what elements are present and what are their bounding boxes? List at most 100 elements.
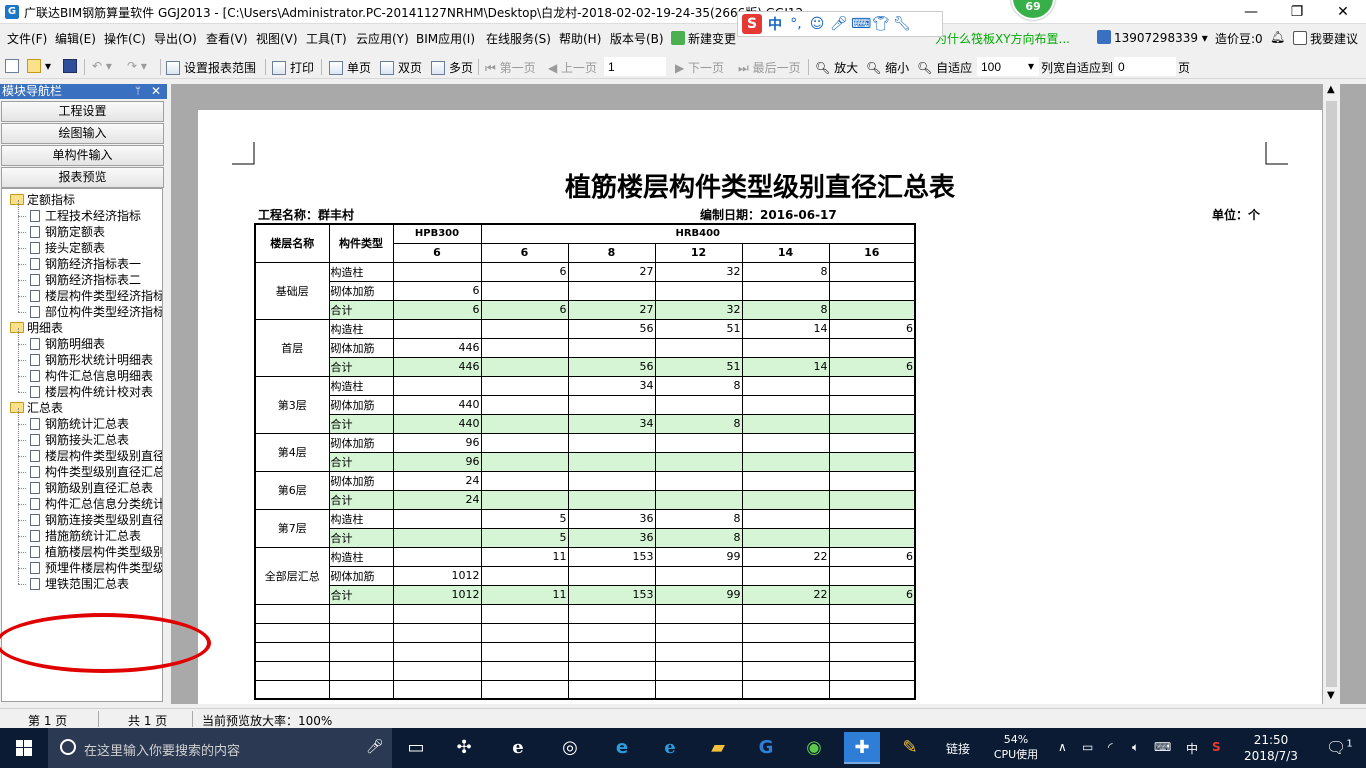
menu-file[interactable]: 文件(F) bbox=[7, 30, 47, 47]
tree-report-item[interactable]: 楼层构件统计校对表 bbox=[30, 384, 153, 400]
ggj-app-icon[interactable]: ✚ bbox=[844, 732, 880, 764]
pin-icon[interactable]: ᛘ bbox=[135, 84, 141, 99]
multi-page-button[interactable]: 多页 bbox=[431, 59, 473, 76]
menu-cloud[interactable]: 云应用(Y) bbox=[356, 30, 409, 47]
show-hidden-icons-icon[interactable]: ∧ bbox=[1058, 740, 1067, 754]
action-center-icon[interactable]: 🗨︎1 bbox=[1326, 738, 1353, 757]
tree-report-item[interactable]: 钢筋级别直径汇总表 bbox=[30, 480, 153, 496]
menu-view[interactable]: 查看(V) bbox=[206, 30, 248, 47]
menu-edit[interactable]: 编辑(E) bbox=[55, 30, 96, 47]
last-page-button[interactable]: ⏭︎ 最后一页 bbox=[738, 59, 801, 76]
battery-icon[interactable]: ▭ bbox=[1082, 740, 1093, 754]
close-button[interactable]: ✕ bbox=[1320, 0, 1366, 24]
tree-report-item[interactable]: 钢筋经济指标表二 bbox=[30, 272, 141, 288]
sogou-logo-icon[interactable]: S bbox=[742, 14, 762, 34]
set-range-button[interactable]: 设置报表范围 bbox=[166, 59, 256, 76]
first-page-button[interactable]: ⏮︎ 第一页 bbox=[485, 59, 536, 76]
zoom-in-button[interactable]: 🔍︎ 放大 bbox=[815, 59, 858, 76]
menu-online[interactable]: 在线服务(S) bbox=[486, 30, 551, 47]
keyboard-icon[interactable]: ⌨ bbox=[1154, 740, 1171, 754]
skin-shirt-icon[interactable]: 👕︎ bbox=[872, 16, 890, 32]
fan-app-icon[interactable]: ✣ bbox=[446, 732, 482, 764]
tree-folder[interactable]: 定额指标 bbox=[10, 192, 75, 208]
menu-help[interactable]: 帮助(H) bbox=[559, 30, 601, 47]
task-view-icon[interactable]: ▭ bbox=[398, 732, 434, 764]
menu-window-view[interactable]: 视图(V) bbox=[256, 30, 298, 47]
user-account[interactable]: 13907298339 ▾ bbox=[1097, 30, 1208, 45]
minimize-button[interactable]: — bbox=[1228, 0, 1274, 24]
sogou-tray-icon[interactable]: S bbox=[1212, 740, 1221, 754]
links-toolbar[interactable]: 链接 bbox=[946, 740, 970, 757]
tree-report-item[interactable]: 楼层构件类型级别直径汇总表 bbox=[30, 448, 162, 464]
scroll-up-icon[interactable]: ▲ bbox=[1327, 84, 1335, 95]
ime-mode[interactable]: 中 bbox=[767, 14, 783, 34]
taskbar-search-box[interactable]: 在这里输入你要搜索的内容 🎤︎ bbox=[48, 728, 392, 768]
undo-icon[interactable]: ↶ ▾ bbox=[92, 59, 112, 73]
green-browser-icon[interactable]: ◉ bbox=[796, 732, 832, 764]
prev-page-button[interactable]: ◀ 上一页 bbox=[548, 59, 597, 76]
tree-report-item[interactable]: 钢筋定额表 bbox=[30, 224, 105, 240]
glodon-app-icon[interactable]: G bbox=[748, 732, 784, 764]
double-page-button[interactable]: 双页 bbox=[380, 59, 422, 76]
fit-button[interactable]: 🔍︎ 自适应 bbox=[917, 59, 972, 76]
windows-start-icon[interactable] bbox=[0, 728, 48, 768]
scrollbar-thumb[interactable] bbox=[1326, 101, 1337, 687]
save-icon[interactable] bbox=[63, 59, 81, 73]
tree-report-item[interactable]: 部位构件类型经济指标表 bbox=[30, 304, 162, 320]
next-page-button[interactable]: ▶ 下一页 bbox=[675, 59, 724, 76]
single-page-button[interactable]: 单页 bbox=[329, 59, 371, 76]
ie-browser-icon[interactable]: e bbox=[500, 732, 536, 764]
tree-report-item[interactable]: 钢筋经济指标表一 bbox=[30, 256, 141, 272]
tree-report-item[interactable]: 钢筋接头汇总表 bbox=[30, 432, 129, 448]
system-clock[interactable]: 21:50 2018/7/3 bbox=[1240, 732, 1302, 764]
tree-report-item[interactable]: 植筋楼层构件类型级别直径汇总表 bbox=[30, 544, 162, 560]
close-panel-icon[interactable]: ✕ bbox=[151, 84, 161, 99]
tree-report-item[interactable]: 钢筋明细表 bbox=[30, 336, 105, 352]
punctuation-icon[interactable]: °, bbox=[788, 16, 804, 32]
tree-report-item[interactable]: 钢筋连接类型级别直径汇总表 bbox=[30, 512, 162, 528]
redo-icon[interactable]: ↷ ▾ bbox=[127, 59, 147, 73]
file-explorer-icon[interactable]: ▰ bbox=[700, 732, 736, 764]
wrench-icon[interactable]: 🔧︎ bbox=[893, 16, 911, 32]
nav-single-component-input[interactable]: 单构件输入 bbox=[1, 145, 164, 166]
ime-language[interactable]: 中 bbox=[1186, 740, 1198, 757]
edge-browser-icon[interactable]: e bbox=[604, 732, 640, 764]
tree-report-item[interactable]: 预埋件楼层构件类型级别直径汇总表 bbox=[30, 560, 162, 576]
tree-report-item[interactable]: 工程技术经济指标 bbox=[30, 208, 141, 224]
print-button[interactable]: 打印 bbox=[272, 59, 314, 76]
menu-operate[interactable]: 操作(C) bbox=[104, 30, 146, 47]
notification-badge[interactable]: 69 bbox=[1011, 0, 1055, 20]
microphone-icon[interactable]: 🎤︎ bbox=[830, 16, 848, 32]
menu-tools[interactable]: 工具(T) bbox=[306, 30, 347, 47]
wifi-icon[interactable]: ◜ bbox=[1108, 740, 1113, 754]
bell-icon[interactable]: 🔔︎ bbox=[1270, 30, 1285, 44]
menu-version[interactable]: 版本号(B) bbox=[610, 30, 664, 47]
price-beans[interactable]: 造价豆:0 bbox=[1215, 30, 1263, 47]
col-fit-input[interactable] bbox=[1114, 57, 1176, 76]
360-browser-icon[interactable]: ◎ bbox=[552, 732, 588, 764]
vertical-scrollbar[interactable]: ▲ ▼ bbox=[1323, 84, 1340, 704]
new-file-icon[interactable] bbox=[5, 59, 23, 73]
tree-report-item[interactable]: 钢筋形状统计明细表 bbox=[30, 352, 153, 368]
nav-drawing-input[interactable]: 绘图输入 bbox=[1, 123, 164, 144]
maximize-button[interactable]: ❐ bbox=[1274, 0, 1320, 24]
emoji-icon[interactable]: ☺ bbox=[809, 16, 825, 32]
internet-explorer-icon[interactable]: e bbox=[652, 732, 688, 764]
tree-report-item[interactable]: 接头定额表 bbox=[30, 240, 105, 256]
volume-icon[interactable]: 🔈︎ bbox=[1132, 740, 1139, 755]
tree-report-item[interactable]: 措施筋统计汇总表 bbox=[30, 528, 141, 544]
zoom-dropdown-chevron-icon[interactable]: ▾ bbox=[1028, 59, 1034, 73]
tree-report-item[interactable]: 构件汇总信息分类统计表 bbox=[30, 496, 162, 512]
tree-report-item[interactable]: 钢筋统计汇总表 bbox=[30, 416, 129, 432]
keyboard-icon[interactable]: ⌨ bbox=[851, 16, 871, 32]
tree-report-item[interactable]: 构件汇总信息明细表 bbox=[30, 368, 153, 384]
menu-export[interactable]: 导出(O) bbox=[154, 30, 197, 47]
scroll-down-icon[interactable]: ▼ bbox=[1327, 690, 1335, 701]
tree-report-item[interactable]: 楼层构件类型经济指标表 bbox=[30, 288, 162, 304]
ime-toolbar[interactable]: S 中 °, ☺ 🎤︎ ⌨ 👕︎ 🔧︎ bbox=[737, 11, 943, 37]
page-number-input[interactable] bbox=[604, 57, 666, 76]
tree-report-item[interactable]: 构件类型级别直径汇总表 bbox=[30, 464, 162, 480]
notepad-app-icon[interactable]: ✎ bbox=[892, 732, 928, 764]
new-change-button[interactable]: 新建变更 bbox=[671, 30, 736, 47]
microphone-icon[interactable]: 🎤︎ bbox=[366, 739, 384, 755]
